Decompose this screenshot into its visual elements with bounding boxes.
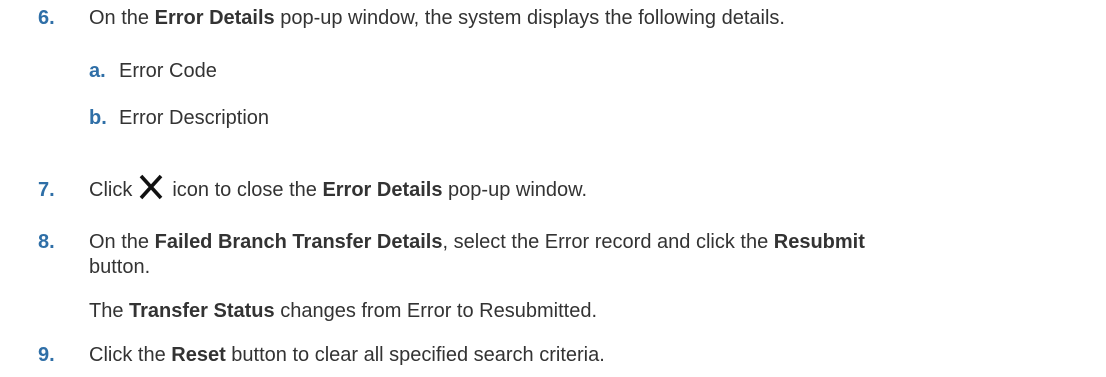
step-7-number: 7. (38, 179, 55, 201)
step-9-pre: Click the (89, 344, 172, 366)
step-8-bold2: Resubmit (773, 231, 865, 253)
step-8-note-post: changes from Error to Resubmitted. (274, 300, 597, 322)
step-8-mid: , select the Error record and click the (442, 231, 774, 253)
step-8-note-bold: Transfer Status (129, 300, 275, 322)
step-9-text: Click the Reset button to clear all spec… (89, 343, 605, 367)
step-8-pre: On the (89, 231, 155, 253)
substep-b-text: Error Description (119, 107, 270, 129)
step-6-text: On the Error Details pop-up window, the … (89, 6, 785, 30)
step-8-line2: button. (89, 256, 151, 278)
step-9-bold: Reset (171, 344, 226, 366)
step-7-bold: Error Details (322, 179, 443, 201)
step-8-number: 8. (38, 231, 55, 253)
step-6-pre: On the (89, 7, 155, 29)
step-6-post: pop-up window, the system displays the f… (274, 7, 785, 29)
step-7-pre: Click (89, 179, 133, 201)
step-7-post: pop-up window. (442, 179, 588, 201)
step-6-bold: Error Details (154, 7, 275, 29)
step-6-number: 6. (38, 7, 55, 29)
substep-a-letter: a. (89, 60, 106, 82)
step-8-bold1: Failed Branch Transfer Details (154, 231, 443, 253)
substep-b-letter: b. (89, 107, 107, 129)
step-8-note: The Transfer Status changes from Error t… (89, 299, 597, 323)
close-icon (136, 172, 166, 202)
step-7-text: Click icon to close the Error Details pop… (89, 172, 587, 207)
step-9-post: button to clear all specified search cri… (225, 344, 605, 366)
step-8-text: On the Failed Branch Transfer Details, s… (89, 230, 865, 254)
step-8-note-pre: The (89, 300, 130, 322)
substep-a-text: Error Code (119, 60, 217, 82)
step-7-mid: icon to close the (172, 179, 323, 201)
step-9-number: 9. (38, 344, 55, 366)
